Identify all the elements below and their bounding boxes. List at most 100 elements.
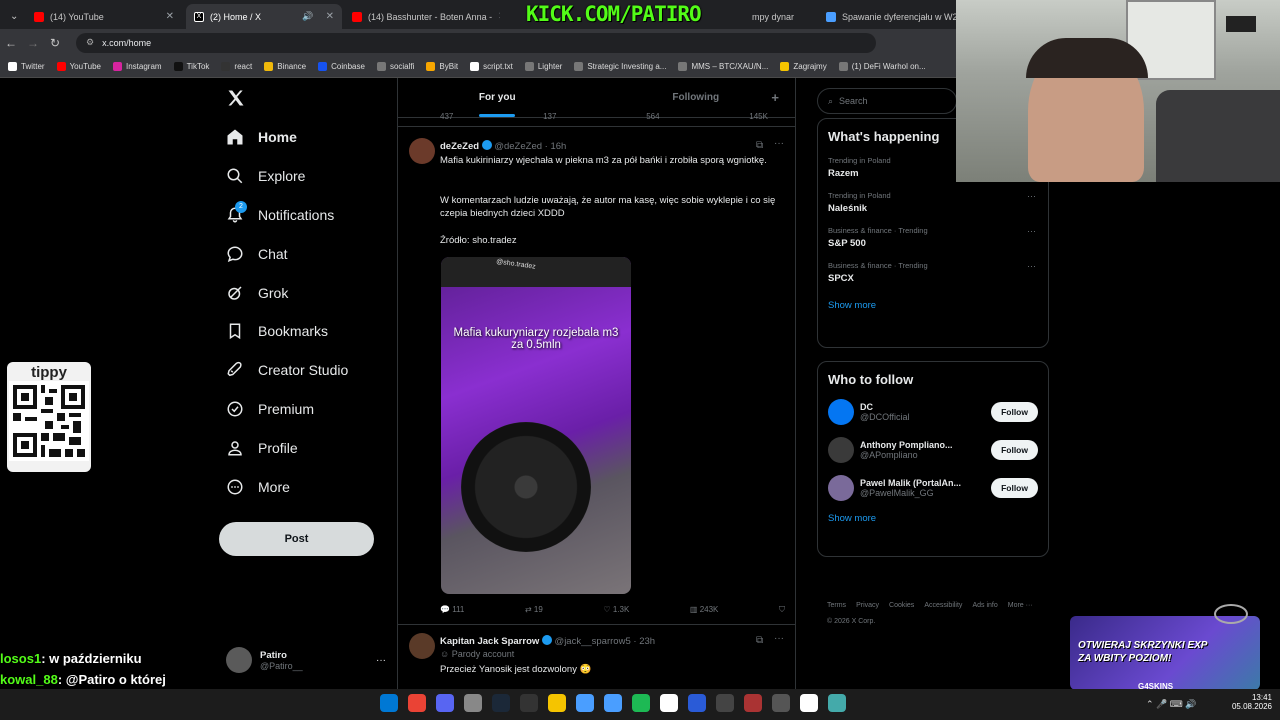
more-icon[interactable]: ··· — [774, 633, 784, 644]
author-handle[interactable]: @deZeZed — [494, 141, 542, 152]
footer-link[interactable]: Terms — [827, 598, 846, 614]
back-icon[interactable]: ← — [0, 36, 22, 50]
clock[interactable]: 13:41 05.08.2026 — [1222, 693, 1272, 711]
post-button[interactable]: Post — [219, 522, 374, 556]
more-icon[interactable]: ··· — [1027, 226, 1036, 236]
author-name[interactable]: deZeZed — [440, 141, 479, 152]
chrome-icon[interactable] — [408, 694, 426, 712]
bookmark-item[interactable]: Twitter — [8, 62, 45, 71]
folder-icon[interactable] — [548, 694, 566, 712]
app-icon[interactable] — [464, 694, 482, 712]
steam-icon[interactable] — [520, 694, 538, 712]
more-icon[interactable]: ··· — [1027, 191, 1036, 201]
nav-explore[interactable]: Explore — [226, 167, 305, 185]
tweet-time[interactable]: 16h — [550, 141, 566, 152]
avatar[interactable] — [409, 138, 435, 164]
avatar[interactable] — [409, 633, 435, 659]
app-icon[interactable] — [716, 694, 734, 712]
follow-button[interactable]: Follow — [991, 478, 1038, 498]
grok-icon[interactable]: ⧉ — [756, 140, 763, 151]
bookmark-item[interactable]: Binance — [264, 62, 306, 71]
author-name[interactable]: Kapitan Jack Sparrow — [440, 636, 539, 647]
discord-icon[interactable] — [436, 694, 454, 712]
views-button[interactable]: ▥ 243K — [690, 605, 718, 615]
nav-creator-studio[interactable]: Creator Studio — [226, 361, 348, 379]
site-info-icon[interactable]: ⚙ — [86, 37, 94, 48]
footer-link[interactable]: © 2026 X Corp. — [827, 614, 875, 630]
follow-suggestion[interactable]: Anthony Pompliano... @APompliano Follow — [818, 431, 1048, 469]
windows-start-icon[interactable] — [380, 694, 398, 712]
close-icon[interactable]: ✕ — [326, 11, 334, 22]
speaker-icon[interactable]: 🔊 — [302, 11, 313, 22]
follow-button[interactable]: Follow — [991, 440, 1038, 460]
like-count[interactable]: 564 — [646, 112, 659, 121]
bookmark-item[interactable]: socialfi — [376, 62, 414, 71]
trend-item[interactable]: Business & finance · Trending S&P 500 ··· — [818, 220, 1048, 255]
bookmark-item[interactable]: Instagram — [113, 62, 162, 71]
bookmark-item[interactable]: (1) DeFi Warhol on... — [838, 62, 926, 71]
reply-count[interactable]: 437 — [440, 112, 453, 121]
nav-notifications[interactable]: 2 Notifications — [226, 201, 334, 224]
tweet[interactable]: Kapitan Jack Sparrow @jack__sparrow5 · 2… — [398, 625, 795, 685]
avatar[interactable] — [828, 437, 854, 463]
app-icon[interactable] — [828, 694, 846, 712]
trend-item[interactable]: Business & finance · Trending SPCX ··· — [818, 255, 1048, 290]
bookmark-item[interactable]: YouTube — [56, 62, 101, 71]
tweet-time[interactable]: 23h — [639, 636, 655, 647]
app-icon[interactable] — [604, 694, 622, 712]
like-button[interactable]: ♡ 1.3K — [603, 605, 629, 615]
tab-youtube[interactable]: (14) YouTube ✕ — [26, 4, 182, 29]
trend-item[interactable]: Trending in Poland Naleśnik ··· — [818, 185, 1048, 220]
bookmark-item[interactable]: MMS – BTC/XAU/N... — [678, 62, 768, 71]
bookmark-item[interactable]: Lighter — [524, 62, 562, 71]
app-icon[interactable] — [744, 694, 762, 712]
footer-link[interactable]: Ads info — [972, 598, 997, 614]
tab-search-button[interactable]: ⌄ — [2, 4, 22, 29]
app-icon[interactable] — [800, 694, 818, 712]
avatar[interactable] — [828, 399, 854, 425]
nav-more[interactable]: More — [226, 478, 290, 496]
grok-icon[interactable]: ⧉ — [756, 635, 763, 646]
footer-link[interactable]: Cookies — [889, 598, 914, 614]
app-icon[interactable] — [772, 694, 790, 712]
bookmark-item[interactable]: Zagrajmy — [780, 62, 827, 71]
follow-button[interactable]: Follow — [991, 402, 1038, 422]
follow-suggestion[interactable]: Pawel Malik (PortalAn... @PawelMalik_GG Fo… — [818, 469, 1048, 507]
nav-premium[interactable]: Premium — [226, 400, 314, 418]
forward-icon[interactable]: → — [22, 36, 44, 50]
tab-spawanie[interactable]: Spawanie dyferencjału w W203 — [818, 4, 958, 29]
nav-home[interactable]: Home — [226, 128, 297, 146]
nav-grok[interactable]: Grok — [226, 284, 288, 302]
reply-button[interactable]: 💬 111 — [440, 605, 464, 615]
show-more-link[interactable]: Show more — [818, 507, 1048, 534]
nav-bookmarks[interactable]: Bookmarks — [226, 322, 328, 340]
avatar[interactable] — [828, 475, 854, 501]
nav-profile[interactable]: Profile — [226, 439, 298, 457]
view-count[interactable]: 145K — [749, 112, 768, 121]
add-tab-icon[interactable]: + — [771, 90, 779, 105]
close-icon[interactable]: ✕ — [166, 11, 174, 22]
more-icon[interactable]: ··· — [376, 655, 386, 666]
account-switcher[interactable]: Patiro @Patiro__ ··· — [226, 644, 386, 676]
author-handle[interactable]: @jack__sparrow5 — [555, 636, 631, 647]
repost-button[interactable]: ⇄ 19 — [525, 605, 543, 615]
close-icon[interactable]: ✕ — [498, 11, 500, 22]
spotify-icon[interactable] — [632, 694, 650, 712]
nav-chat[interactable]: Chat — [226, 245, 288, 263]
bookmark-item[interactable]: TikTok — [173, 62, 209, 71]
bookmark-item[interactable]: Strategic Investing a... — [574, 62, 666, 71]
more-icon[interactable]: ··· — [1027, 261, 1036, 271]
bookmark-icon[interactable]: ⛉ — [779, 605, 785, 615]
footer-link[interactable]: Accessibility — [924, 598, 962, 614]
bookmark-item[interactable]: ByBit — [426, 62, 458, 71]
app-icon[interactable] — [576, 694, 594, 712]
repost-count[interactable]: 137 — [543, 112, 556, 121]
footer-link[interactable]: More ··· — [1008, 598, 1033, 614]
url-field[interactable]: ⚙ x.com/home — [76, 32, 876, 53]
footer-link[interactable]: Privacy — [856, 598, 879, 614]
app-icon[interactable] — [660, 694, 678, 712]
tray-icons[interactable]: ⌃ 🎤 ⌨ 🔊 — [1146, 699, 1196, 710]
app-icon[interactable] — [688, 694, 706, 712]
search-input[interactable]: ⌕ Search — [817, 88, 957, 114]
tweet-image[interactable]: @sho.tradez Mafia kukuryniarzy rozjebala… — [441, 257, 631, 594]
